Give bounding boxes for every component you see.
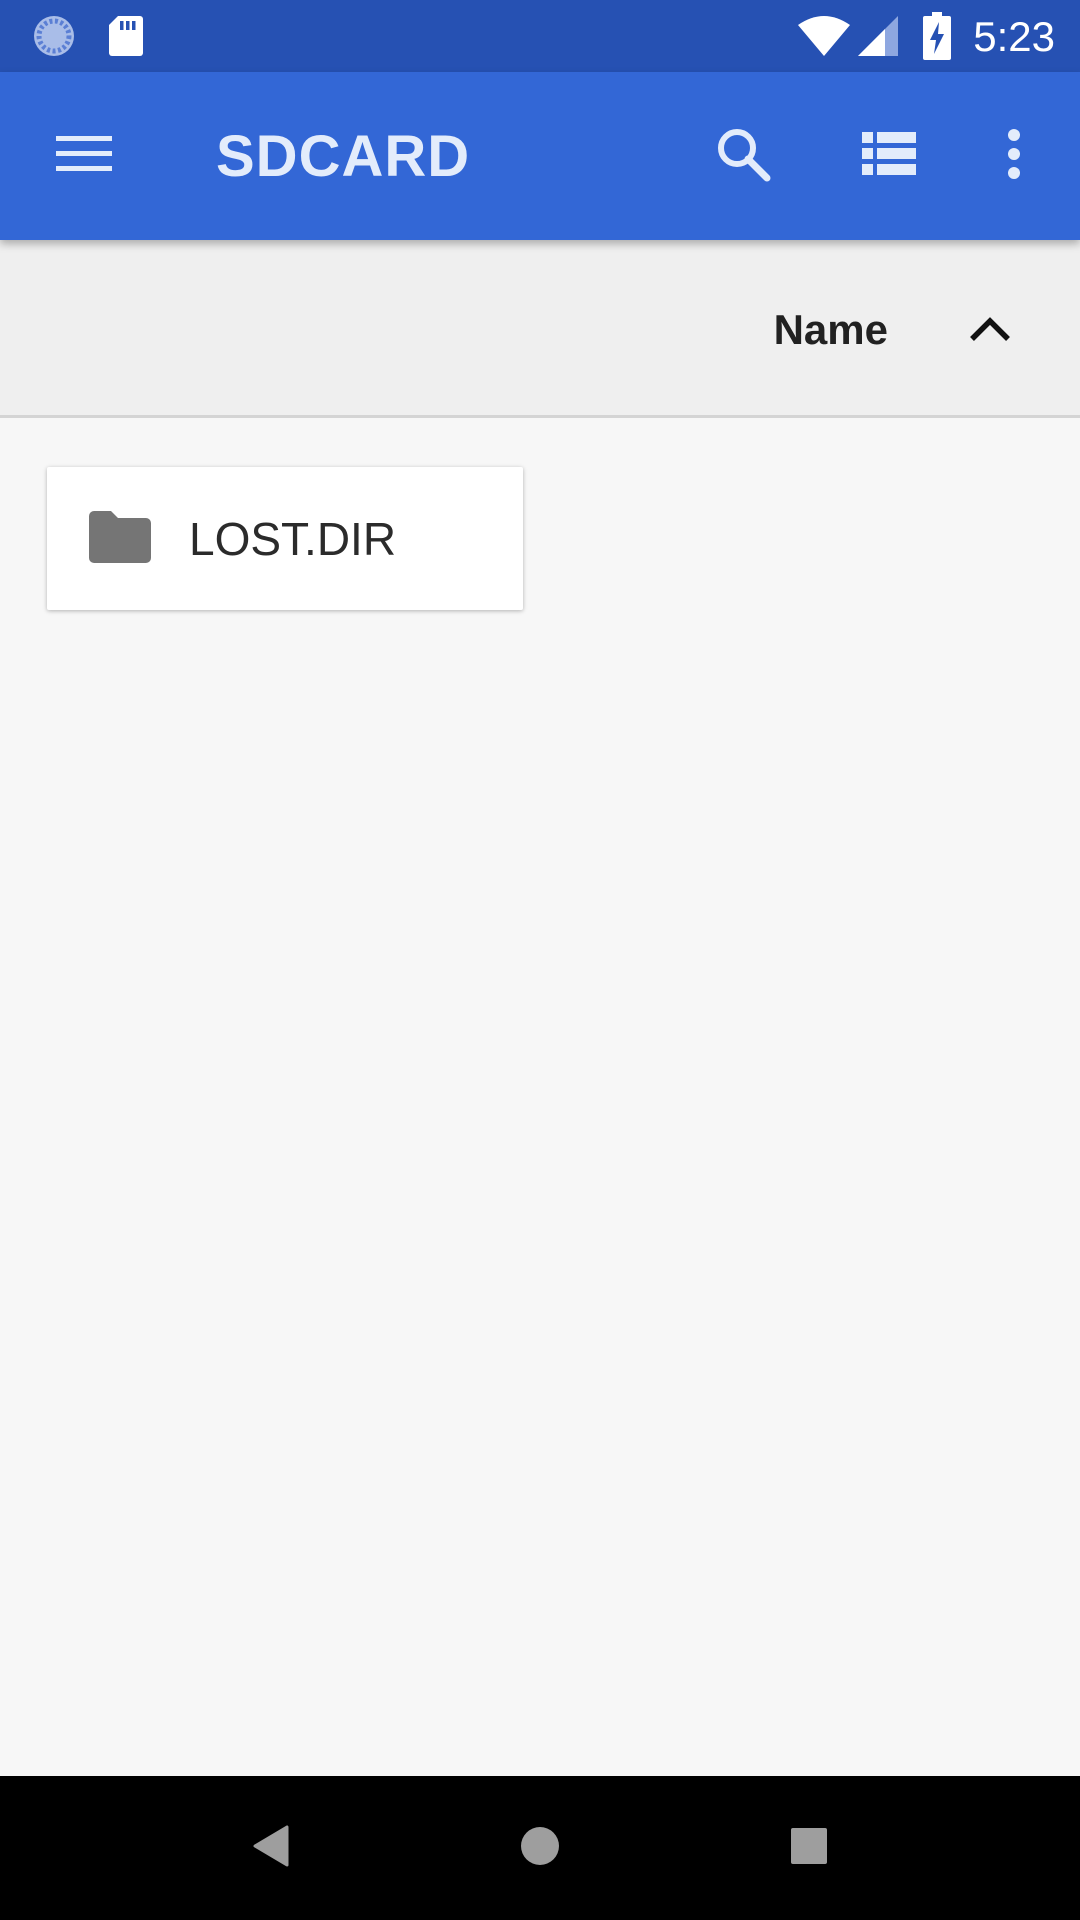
folder-icon — [89, 511, 151, 563]
file-name: LOST.DIR — [189, 513, 397, 565]
status-bar: 5:23 — [0, 0, 1080, 72]
home-icon — [520, 1826, 560, 1871]
more-options-button[interactable] — [954, 72, 1074, 240]
status-time: 5:23 — [973, 13, 1055, 60]
sd-card-icon — [104, 0, 148, 72]
sort-bar: Name — [0, 240, 1080, 418]
back-icon — [253, 1825, 289, 1872]
sort-direction-button[interactable] — [960, 300, 1020, 360]
search-button[interactable] — [683, 72, 803, 240]
signal-icon — [856, 0, 900, 72]
list-view-button[interactable] — [829, 72, 949, 240]
more-vert-icon — [1006, 128, 1022, 184]
wifi-icon — [796, 0, 852, 72]
page-title: SDCARD — [216, 124, 471, 189]
navigation-bar — [0, 1776, 1080, 1920]
list-view-icon — [862, 131, 916, 181]
menu-button[interactable] — [24, 72, 144, 240]
back-button[interactable] — [211, 1776, 331, 1920]
search-icon — [715, 126, 771, 187]
menu-icon — [56, 134, 112, 179]
chevron-up-icon — [969, 314, 1011, 347]
file-list: LOST.DIR — [0, 418, 1080, 1776]
app-bar: SDCARD — [0, 72, 1080, 240]
sort-by-name-button[interactable]: Name — [774, 240, 888, 418]
battery-charging-icon — [920, 0, 954, 72]
recents-icon — [791, 1827, 827, 1869]
recents-button[interactable] — [749, 1776, 869, 1920]
file-item-lost-dir[interactable]: LOST.DIR — [47, 467, 523, 610]
sync-icon — [26, 0, 82, 72]
home-button[interactable] — [480, 1776, 600, 1920]
